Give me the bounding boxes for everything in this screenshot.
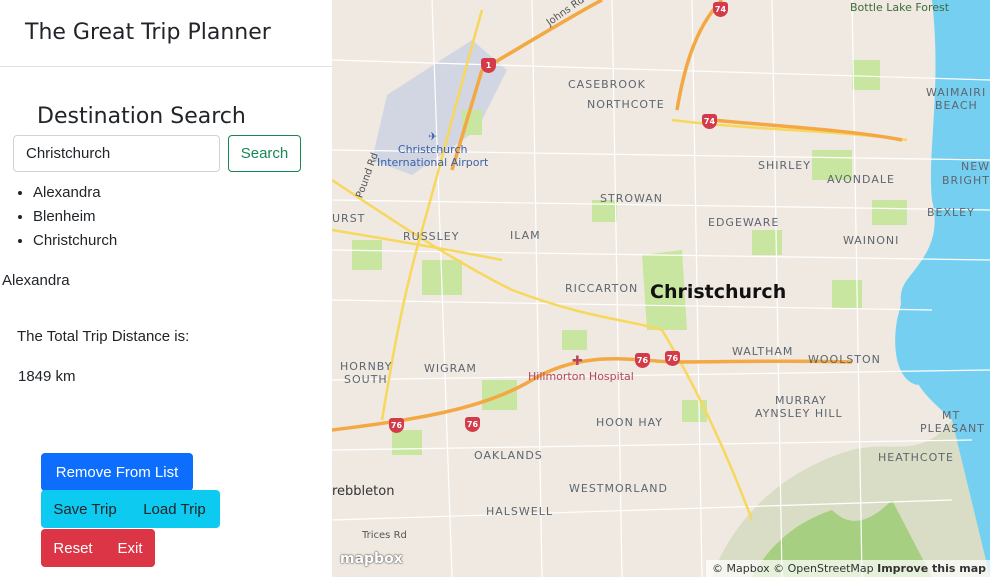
distance-value: 1849 km [18,368,76,385]
attribution-text[interactable]: © Mapbox © OpenStreetMap [712,562,874,575]
highway-shield: 76 [465,417,480,432]
hospital-label: ✚ Hillmorton Hospital [528,354,634,383]
suburb-label: BEXLEY [927,206,975,219]
mapbox-logo[interactable]: mapbox [340,551,403,567]
road-label: Trices Rd [362,530,407,541]
suburb-label: OAKLANDS [474,449,543,462]
destination-item[interactable]: Christchurch [33,231,117,255]
highway-shield: 76 [665,351,680,366]
hospital-icon: ✚ [572,354,583,369]
suburb-label: EDGEWARE [708,216,780,229]
suburb-label: RUSSLEY [403,230,460,243]
map-view[interactable]: Bottle Lake Forest ✈ Christchurch Intern… [332,0,990,577]
suburb-label: SHIRLEY [758,159,811,172]
map-attribution: © Mapbox © OpenStreetMap Improve this ma… [706,560,990,577]
park [872,200,907,225]
park [682,400,707,422]
park [852,60,880,90]
suburb-label: WIGRAM [424,362,477,375]
airport-label: ✈ Christchurch International Airport [377,130,488,169]
park [562,330,587,350]
road-label: rebbleton [332,484,395,499]
airport-name-line1: Christchurch [397,143,468,156]
hospital-name: Hillmorton Hospital [528,370,634,383]
search-button[interactable]: Search [228,135,301,172]
suburb-label: BEACH [935,99,978,112]
suburb-label: WOOLSTON [808,353,881,366]
reset-button[interactable]: Reset [41,529,105,567]
suburb-label: NEW [961,160,990,173]
suburb-label: CASEBROOK [568,78,646,91]
suburb-label: URST [332,212,366,225]
park [392,430,422,455]
suburb-label: WESTMORLAND [569,482,668,495]
highway-shield: 76 [389,418,404,433]
suburb-label: HALSWELL [486,505,553,518]
suburb-label: PLEASANT [920,422,985,435]
park [752,230,782,255]
highway-shield: 1 [481,58,496,73]
selected-destination: Alexandra [2,272,70,289]
suburb-label: NORTHCOTE [587,98,665,111]
highway-shield: 76 [635,353,650,368]
suburb-label: STROWAN [600,192,664,205]
suburb-label: WALTHAM [732,345,794,358]
airport-icon: ✈ [428,130,438,143]
destination-item[interactable]: Blenheim [33,207,117,231]
suburb-label: MT [942,409,961,422]
suburb-label: ILAM [510,229,541,242]
forest-label: Bottle Lake Forest [850,1,950,14]
suburb-label: AYNSLEY HILL [755,407,843,420]
search-heading: Destination Search [37,104,246,129]
header-divider [0,66,332,67]
airport-name-line2: International Airport [377,156,489,169]
exit-button[interactable]: Exit [105,529,155,567]
suburb-label: HEATHCOTE [878,451,954,464]
suburb-label: HORNBY [340,360,393,373]
save-trip-button[interactable]: Save Trip [41,490,129,528]
park [352,240,382,270]
sidebar: The Great Trip Planner Destination Searc… [0,0,332,577]
highway-shield: 74 [713,2,728,17]
distance-label: The Total Trip Distance is: [17,328,190,345]
highway-shield: 74 [702,114,717,129]
destination-search-input[interactable] [13,135,220,172]
suburb-label: WAIMAIRI [926,86,987,99]
destination-item[interactable]: Alexandra [33,183,117,207]
destination-list: Alexandra Blenheim Christchurch [33,183,117,255]
improve-map-link[interactable]: Improve this map [877,562,986,575]
suburb-label: BRIGHT [942,174,990,187]
load-trip-button[interactable]: Load Trip [129,490,220,528]
suburb-label: RICCARTON [565,282,639,295]
suburb-label: HOON HAY [596,416,663,429]
suburb-label: WAINONI [843,234,900,247]
suburb-label: AVONDALE [827,173,895,186]
suburb-label: SOUTH [344,373,388,386]
remove-from-list-button[interactable]: Remove From List [41,453,193,491]
suburb-label: MURRAY [775,394,827,407]
app-title: The Great Trip Planner [25,20,271,45]
city-label: Christchurch [650,281,787,303]
